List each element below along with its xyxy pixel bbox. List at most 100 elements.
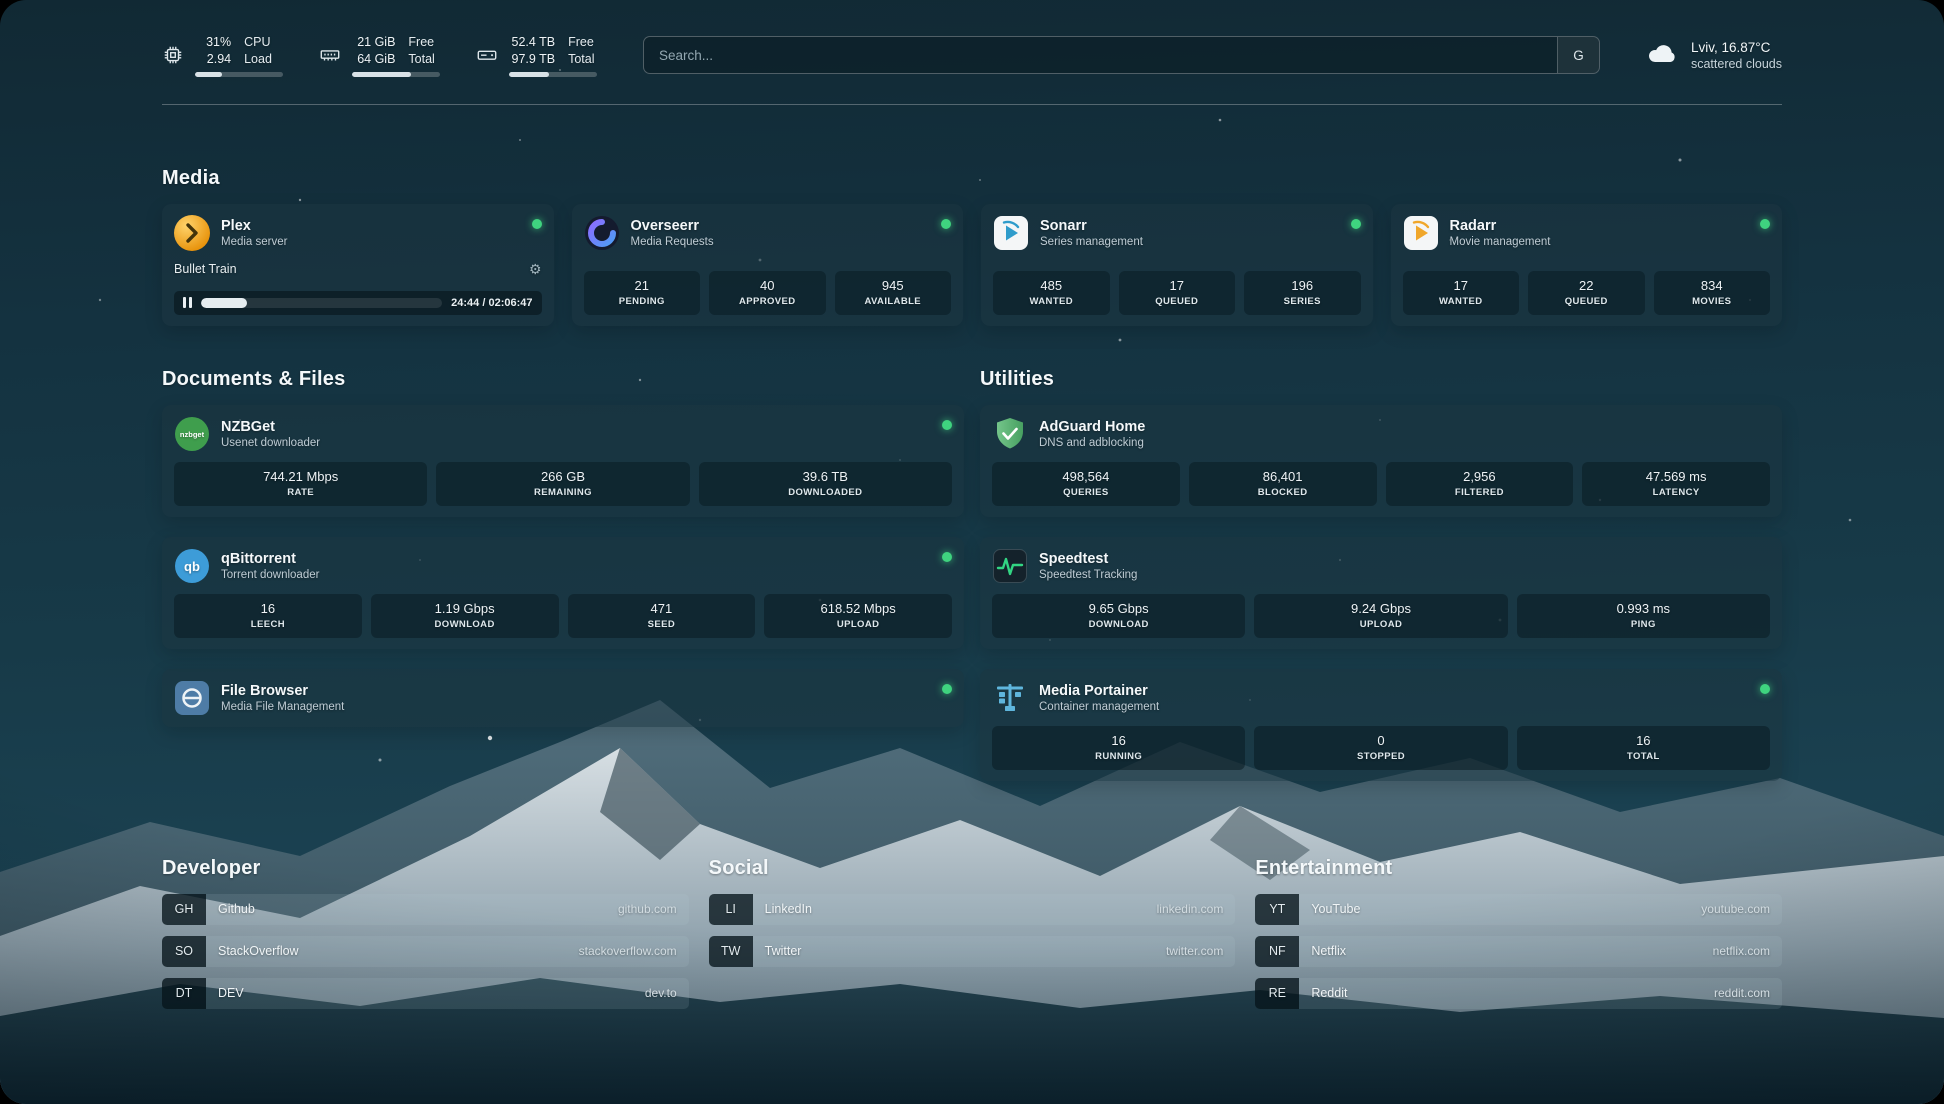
stat-value: 16 [996, 733, 1241, 748]
playback-time: 24:44 / 02:06:47 [451, 297, 532, 309]
stat-box: 1.19 GbpsDOWNLOAD [371, 594, 559, 638]
stat-box: 9.24 GbpsUPLOAD [1254, 594, 1507, 638]
stat-label: WANTED [997, 296, 1106, 307]
disk-total-value: 97.9 TB [509, 51, 555, 67]
cloud-icon [1646, 40, 1678, 71]
stat-value: 945 [839, 278, 948, 293]
stat-value: 40 [713, 278, 822, 293]
search-provider-button[interactable]: G [1557, 37, 1599, 73]
stat-label: STOPPED [1258, 751, 1503, 762]
bookmark-youtube[interactable]: YT YouTubeyoutube.com [1255, 894, 1782, 925]
service-card-filebrowser[interactable]: File Browser Media File Management [162, 669, 964, 727]
stat-box: 47.569 ms LATENCY [1582, 462, 1770, 506]
stat-box: 618.52 MbpsUPLOAD [764, 594, 952, 638]
speedtest-icon [992, 548, 1028, 584]
nzbget-icon: nzbget [174, 416, 210, 452]
bookmark-group-title: Social [709, 857, 1236, 880]
cpu-usage-value: 31% [195, 34, 231, 50]
section-title-documents: Documents & Files [162, 368, 964, 391]
service-desc: Media Requests [631, 236, 931, 248]
stat-box: 834MOVIES [1654, 271, 1771, 315]
stat-box: 16 RUNNING [992, 726, 1245, 770]
bookmark-stackoverflow[interactable]: SO StackOverflowstackoverflow.com [162, 936, 689, 967]
bookmark-netflix[interactable]: NF Netflixnetflix.com [1255, 936, 1782, 967]
stat-label: SEED [572, 619, 752, 630]
bookmark-reddit[interactable]: RE Redditreddit.com [1255, 978, 1782, 1009]
stat-value: 744.21 Mbps [178, 469, 423, 484]
pause-icon[interactable] [183, 297, 192, 308]
service-card-sonarr[interactable]: Sonarr Series management 485WANTED 17QUE… [981, 204, 1373, 326]
service-card-nzbget[interactable]: nzbget NZBGet Usenet downloader 744.21 M… [162, 405, 964, 517]
service-card-qbittorrent[interactable]: qb qBittorrent Torrent downloader 16LEEC… [162, 537, 964, 649]
stat-value: 0.993 ms [1521, 601, 1766, 616]
bookmark-abbr: NF [1255, 936, 1299, 967]
divider [162, 104, 1782, 105]
bookmark-twitter[interactable]: TW Twittertwitter.com [709, 936, 1236, 967]
service-desc: Media File Management [221, 701, 931, 713]
stat-label: RATE [178, 487, 423, 498]
bookmark-abbr: DT [162, 978, 206, 1009]
status-dot [942, 684, 952, 694]
service-desc: DNS and adblocking [1039, 437, 1770, 449]
stat-box: 196SERIES [1244, 271, 1361, 315]
search-bar: G [643, 36, 1600, 74]
bookmark-name: Netflix [1311, 944, 1346, 958]
stat-label: BLOCKED [1193, 487, 1373, 498]
service-name: NZBGet [221, 419, 931, 435]
bookmark-url: github.com [618, 902, 677, 916]
stat-value: 86,401 [1193, 469, 1373, 484]
stat-value: 9.65 Gbps [996, 601, 1241, 616]
stat-box: 21PENDING [584, 271, 701, 315]
memory-label-bottom: Total [408, 51, 440, 67]
bookmark-github[interactable]: GH Githubgithub.com [162, 894, 689, 925]
disk-label-bottom: Total [568, 51, 597, 67]
disk-label-top: Free [568, 34, 597, 50]
service-desc: Container management [1039, 701, 1749, 713]
search-input[interactable] [644, 37, 1557, 73]
stat-label: RUNNING [996, 751, 1241, 762]
service-name: File Browser [221, 683, 931, 699]
status-dot [532, 219, 542, 229]
status-dot [1760, 219, 1770, 229]
service-card-plex[interactable]: Plex Media server Bullet Train ⚙ 24:44 /… [162, 204, 554, 326]
service-card-adguard[interactable]: AdGuard Home DNS and adblocking 498,564Q… [980, 405, 1782, 517]
status-dot [941, 219, 951, 229]
stat-box: 471SEED [568, 594, 756, 638]
stat-box: 498,564QUERIES [992, 462, 1180, 506]
stat-box: 39.6 TBDOWNLOADED [699, 462, 952, 506]
playback-bar[interactable]: 24:44 / 02:06:47 [174, 291, 542, 315]
bookmark-abbr: YT [1255, 894, 1299, 925]
bookmark-url: linkedin.com [1157, 902, 1224, 916]
service-desc: Series management [1040, 236, 1340, 248]
stat-box: 266 GBREMAINING [436, 462, 689, 506]
service-card-portainer[interactable]: Media Portainer Container management 16R… [980, 669, 1782, 781]
service-desc: Media server [221, 236, 521, 248]
stat-label: APPROVED [713, 296, 822, 307]
stat-label: LATENCY [1586, 487, 1766, 498]
now-playing-title: Bullet Train [174, 262, 237, 276]
gear-icon[interactable]: ⚙ [529, 262, 542, 276]
service-name: Overseerr [631, 218, 931, 234]
section-title-media: Media [162, 167, 1782, 190]
service-card-speedtest[interactable]: Speedtest Speedtest Tracking 9.65 GbpsDO… [980, 537, 1782, 649]
bookmark-abbr: LI [709, 894, 753, 925]
bookmark-name: Twitter [765, 944, 802, 958]
stat-value: 47.569 ms [1586, 469, 1766, 484]
service-card-overseerr[interactable]: Overseerr Media Requests 21PENDING 40 APP… [572, 204, 964, 326]
stat-box: 16TOTAL [1517, 726, 1770, 770]
bookmark-linkedin[interactable]: LI LinkedInlinkedin.com [709, 894, 1236, 925]
bookmark-dev[interactable]: DT DEVdev.to [162, 978, 689, 1009]
bookmark-name: Reddit [1311, 986, 1347, 1000]
bookmark-url: youtube.com [1701, 902, 1770, 916]
stat-box: 945 AVAILABLE [835, 271, 952, 315]
cpu-label-top: CPU [244, 34, 283, 50]
stat-label: DOWNLOAD [375, 619, 555, 630]
memory-usage-bar [352, 72, 440, 77]
playback-track[interactable] [201, 298, 442, 308]
stat-value: 16 [1521, 733, 1766, 748]
stat-label: AVAILABLE [839, 296, 948, 307]
stat-value: 266 GB [440, 469, 685, 484]
topbar: 31% CPU 2.94 Load 21 GiB [162, 34, 1782, 77]
service-card-radarr[interactable]: Radarr Movie management 17WANTED 22QUEUE… [1391, 204, 1783, 326]
cpu-label-bottom: Load [244, 51, 283, 67]
